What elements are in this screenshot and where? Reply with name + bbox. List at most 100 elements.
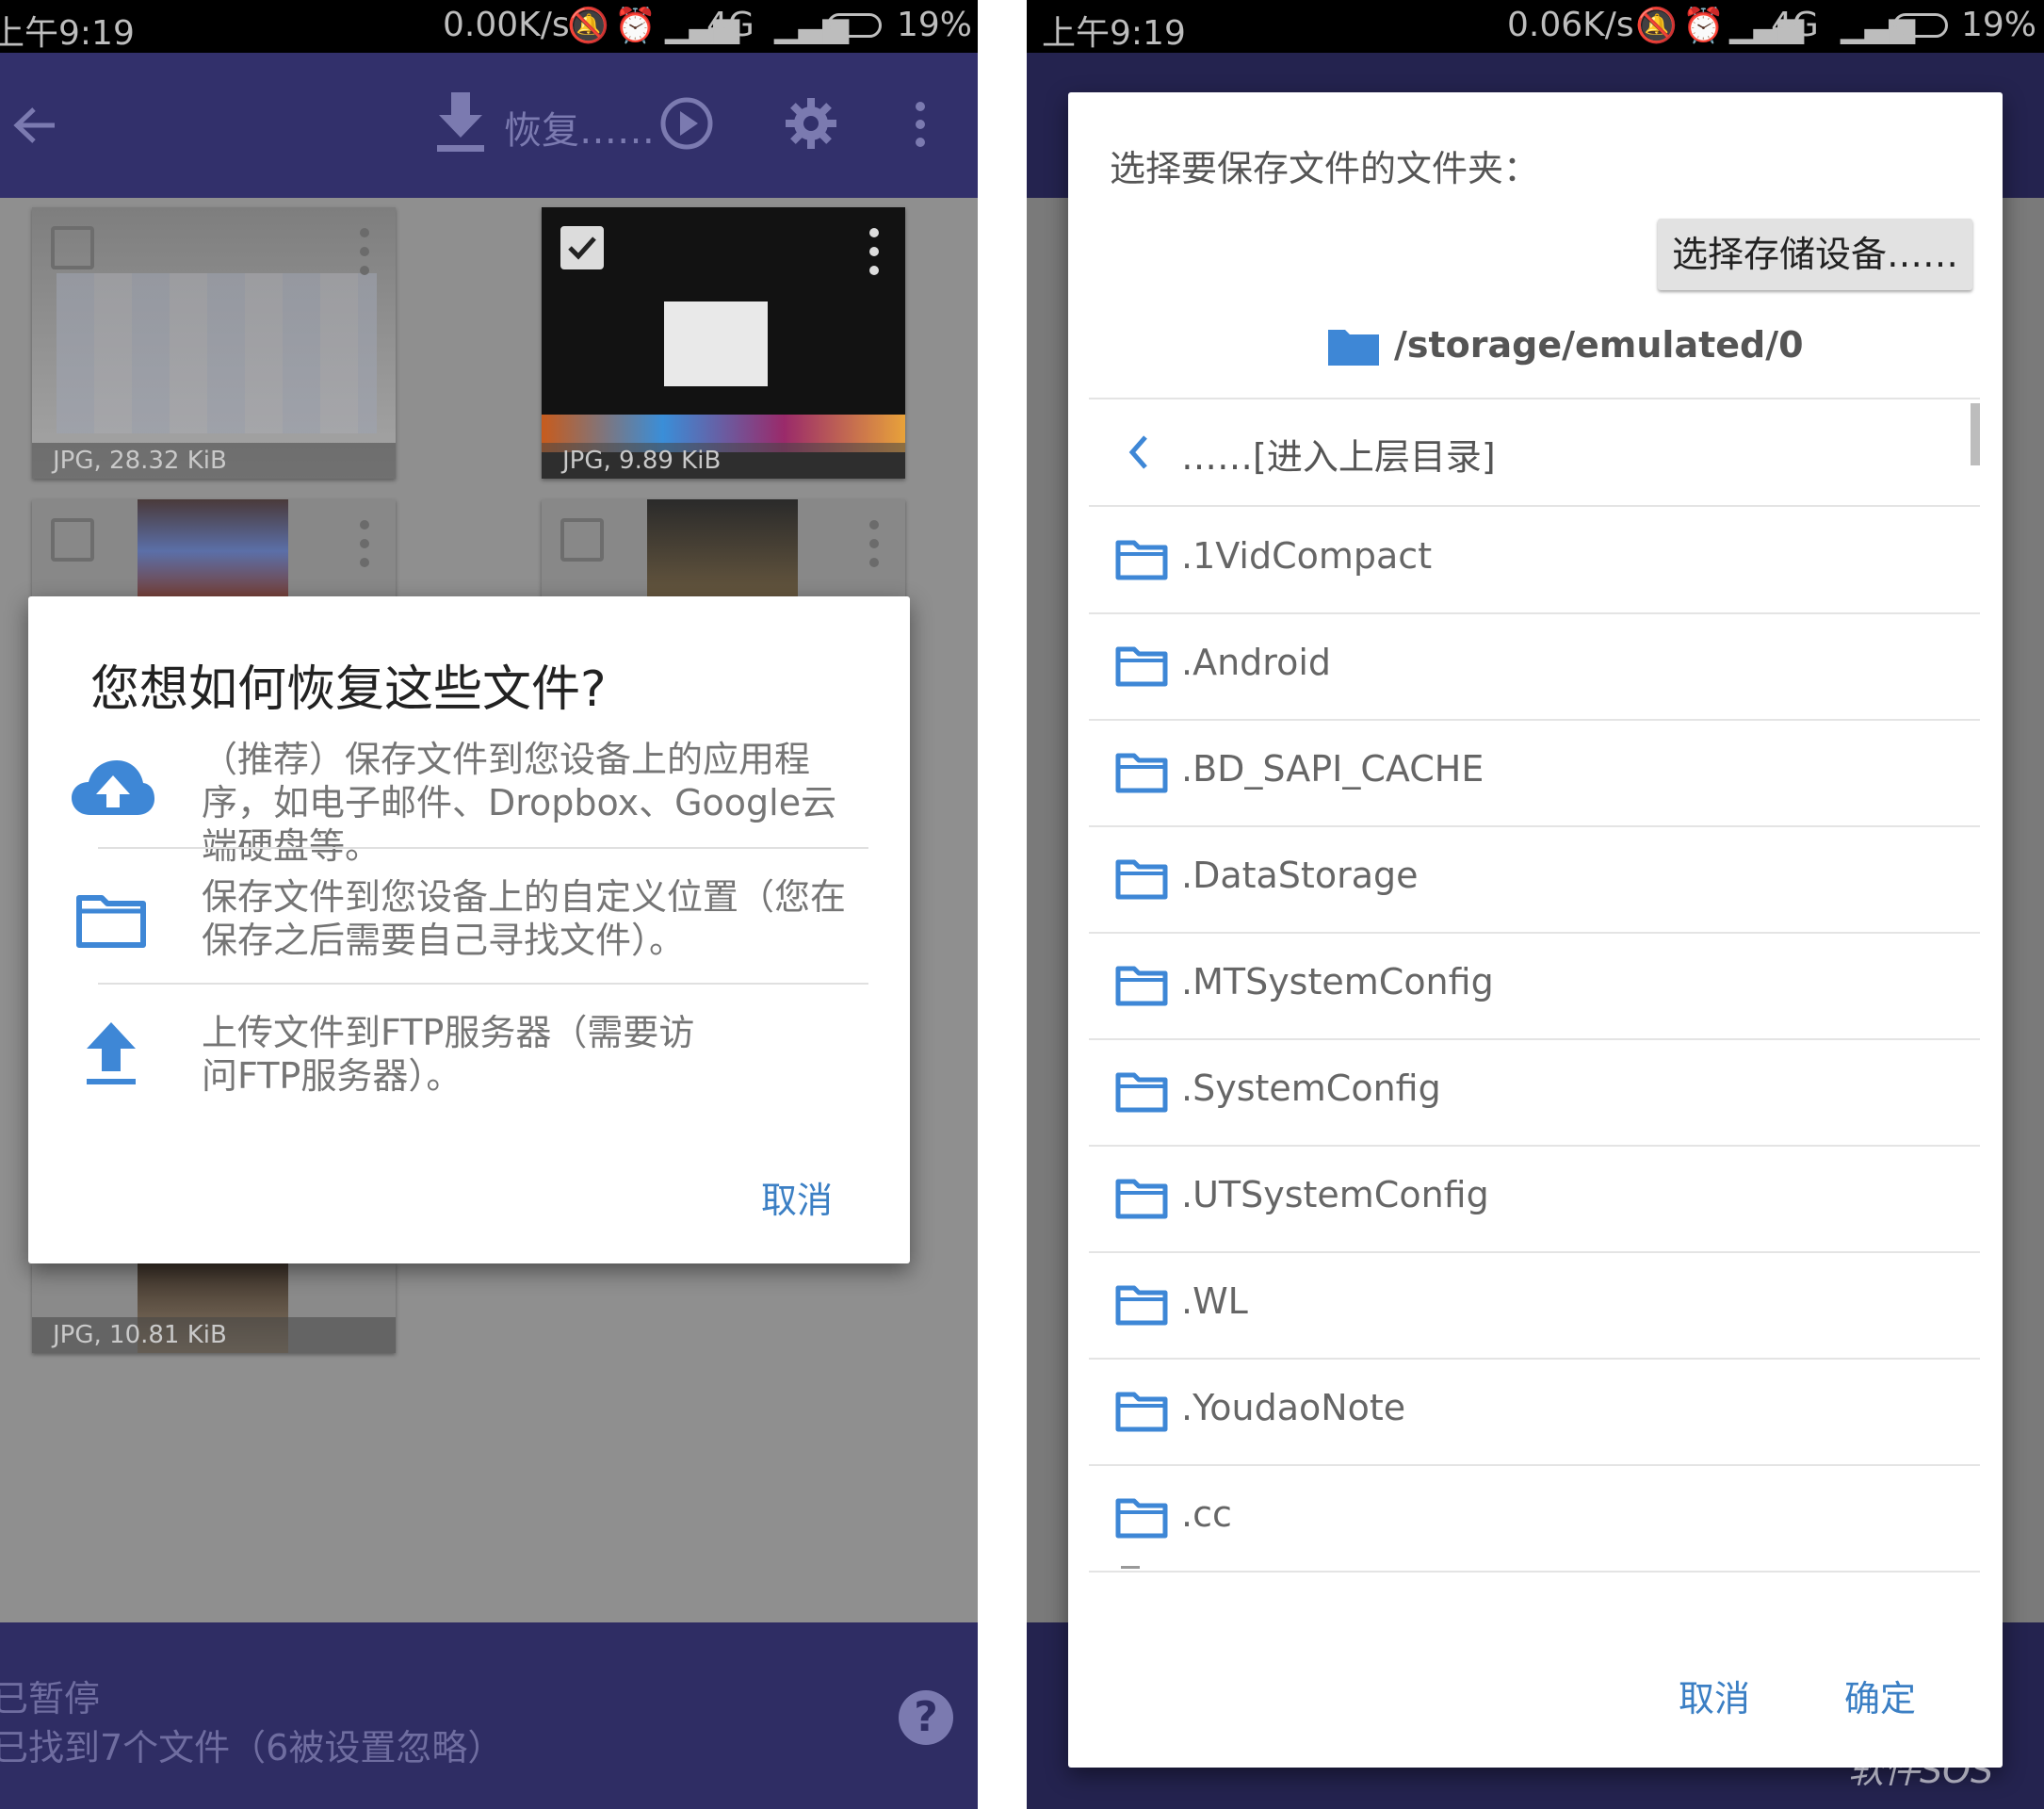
folder-icon xyxy=(1115,646,1168,687)
option-text: 保存文件到您设备上的自定义位置（您在保存之后需要自己寻找文件）。 xyxy=(202,876,847,961)
thumbnail-image xyxy=(138,499,288,603)
restore-options-dialog: 您想如何恢复这些文件? （推荐）保存文件到您设备上的应用程序，如电子邮件、Dro… xyxy=(28,596,910,1263)
select-storage-button[interactable]: 选择存储设备…… xyxy=(1658,219,1972,290)
folder-name: .cc xyxy=(1181,1493,1232,1535)
divider xyxy=(98,983,868,985)
folder-item[interactable]: .YoudaoNote xyxy=(1089,1359,1980,1466)
current-path: /storage/emulated/0 xyxy=(1394,324,1804,366)
folder-icon xyxy=(1115,540,1168,580)
overflow-menu-icon[interactable] xyxy=(916,102,925,147)
mute-icon: 🔕 xyxy=(567,7,609,45)
help-icon[interactable]: ? xyxy=(899,1690,953,1745)
file-thumbnail[interactable] xyxy=(32,499,396,603)
folder-picker-dialog: 选择要保存文件的文件夹： 选择存储设备…… /storage/emulated/… xyxy=(1068,92,2003,1768)
folder-name: .BD_SAPI_CACHE xyxy=(1181,748,1484,790)
battery-level: 19% xyxy=(897,6,973,44)
alarm-icon: ⏰ xyxy=(1682,7,1725,45)
left-screen: 上午9:19 0.00K/s 🔕 ⏰ ▁▃▅ 4G ▁▃▅ 19% 恢复…… J… xyxy=(0,0,978,1809)
status-bar: 上午9:19 0.00K/s 🔕 ⏰ ▁▃▅ 4G ▁▃▅ 19% xyxy=(0,0,978,53)
settings-gear-icon[interactable] xyxy=(784,96,838,151)
select-checkbox[interactable] xyxy=(51,518,94,562)
divider xyxy=(98,847,868,849)
folder-name: .YoudaoNote xyxy=(1181,1387,1406,1428)
parent-directory-label: ……[进入上层目录] xyxy=(1181,436,1496,478)
partial-row-marker xyxy=(1121,1566,1140,1569)
option-ftp-upload[interactable]: 上传文件到FTP服务器（需要访问FTP服务器）。 xyxy=(70,1011,868,1115)
folder-item[interactable]: .Android xyxy=(1089,613,1980,721)
parent-directory-item[interactable]: ……[进入上层目录] xyxy=(1089,399,1980,507)
file-thumbnail[interactable]: JPG, 10.81 KiB xyxy=(32,1263,396,1353)
status-time: 上午9:19 xyxy=(1042,14,1186,53)
folder-name: .WL xyxy=(1181,1280,1248,1322)
thumbnail-image xyxy=(57,273,377,433)
folder-item[interactable]: .1VidCompact xyxy=(1089,507,1980,614)
folder-list[interactable]: ……[进入上层目录] .1VidCompact .Android .BD_SAPI_… xyxy=(1089,398,1980,1605)
app-toolbar: 恢复…… xyxy=(0,53,978,198)
battery-icon xyxy=(1893,13,1948,38)
option-custom-location[interactable]: 保存文件到您设备上的自定义位置（您在保存之后需要自己寻找文件）。 xyxy=(70,875,868,979)
folder-name: .UTSystemConfig xyxy=(1181,1174,1489,1215)
check-icon xyxy=(568,236,596,260)
folder-item[interactable]: .DataStorage xyxy=(1089,826,1980,934)
network-type: 4G xyxy=(706,6,754,44)
folder-item[interactable]: .UTSystemConfig xyxy=(1089,1146,1980,1253)
folder-item[interactable]: .SystemConfig xyxy=(1089,1039,1980,1147)
folder-icon xyxy=(1115,966,1168,1006)
file-caption: JPG, 9.89 KiB xyxy=(542,443,905,479)
folder-icon xyxy=(1115,1392,1168,1432)
battery-level: 19% xyxy=(1961,6,2037,44)
right-screen: 上午9:19 0.06K/s 🔕 ⏰ ▁▃▅ 4G ▁▃▅ 19% 选择要保存文… xyxy=(1027,0,2044,1809)
file-thumbnail[interactable]: JPG, 9.89 KiB xyxy=(542,207,905,479)
folder-item[interactable]: .WL xyxy=(1089,1252,1980,1360)
more-vert-icon[interactable] xyxy=(360,520,369,577)
folder-item[interactable]: .cc xyxy=(1089,1465,1980,1573)
more-vert-icon[interactable] xyxy=(360,228,369,285)
option-text: 上传文件到FTP服务器（需要访问FTP服务器）。 xyxy=(202,1012,695,1097)
option-share-app[interactable]: （推荐）保存文件到您设备上的应用程序，如电子邮件、Dropbox、Google云… xyxy=(70,738,868,867)
network-type: 4G xyxy=(1771,6,1819,44)
select-checkbox[interactable] xyxy=(51,226,94,269)
scan-summary: 已找到7个文件（6被设置忽略） xyxy=(0,1727,504,1768)
folder-name: .SystemConfig xyxy=(1181,1067,1441,1109)
scrollbar-thumb[interactable] xyxy=(1971,403,1980,465)
watermark: 软件SOS xyxy=(1848,1750,1994,1791)
folder-item[interactable]: .BD_SAPI_CACHE xyxy=(1089,720,1980,827)
file-caption: JPG, 28.32 KiB xyxy=(32,443,396,479)
select-checkbox[interactable] xyxy=(560,518,604,562)
scan-status: 已暂停 xyxy=(0,1678,101,1719)
folder-icon xyxy=(1115,1072,1168,1113)
chevron-left-icon xyxy=(1128,435,1147,469)
folder-icon xyxy=(1115,753,1168,793)
dialog-title: 您想如何恢复这些文件? xyxy=(90,661,607,718)
back-arrow-icon[interactable] xyxy=(11,102,58,149)
status-speed: 0.00K/s xyxy=(443,6,570,44)
folder-icon xyxy=(1115,1285,1168,1326)
folder-name: .1VidCompact xyxy=(1181,535,1433,577)
select-checkbox-checked[interactable] xyxy=(560,226,604,269)
folder-icon xyxy=(1115,1498,1168,1539)
dialog-title: 选择要保存文件的文件夹： xyxy=(1110,148,1540,189)
battery-icon xyxy=(827,13,882,38)
file-thumbnail[interactable]: JPG, 28.32 KiB xyxy=(32,207,396,479)
download-icon[interactable] xyxy=(435,92,486,155)
folder-icon xyxy=(76,895,146,948)
cloud-upload-icon xyxy=(72,760,154,815)
thumbnail-image xyxy=(664,302,768,386)
folder-name: .DataStorage xyxy=(1181,855,1419,896)
thumbnail-image xyxy=(647,499,798,603)
cancel-button[interactable]: 取消 xyxy=(1679,1670,1750,1721)
screenshot-divider xyxy=(978,0,1027,1809)
more-vert-icon[interactable] xyxy=(869,228,879,285)
more-vert-icon[interactable] xyxy=(869,520,879,577)
status-panel: 已暂停 已找到7个文件（6被设置忽略） ? xyxy=(0,1622,978,1809)
folder-item[interactable]: .MTSystemConfig xyxy=(1089,933,1980,1040)
status-time: 上午9:19 xyxy=(0,14,135,53)
mute-icon: 🔕 xyxy=(1635,7,1678,45)
cancel-button[interactable]: 取消 xyxy=(761,1171,833,1223)
ok-button[interactable]: 确定 xyxy=(1844,1670,1916,1721)
restore-button[interactable]: 恢复…… xyxy=(504,100,655,155)
folder-icon xyxy=(1115,859,1168,900)
play-circle-icon[interactable] xyxy=(659,96,714,151)
file-thumbnail[interactable] xyxy=(542,499,905,603)
folder-name: .Android xyxy=(1181,642,1331,683)
